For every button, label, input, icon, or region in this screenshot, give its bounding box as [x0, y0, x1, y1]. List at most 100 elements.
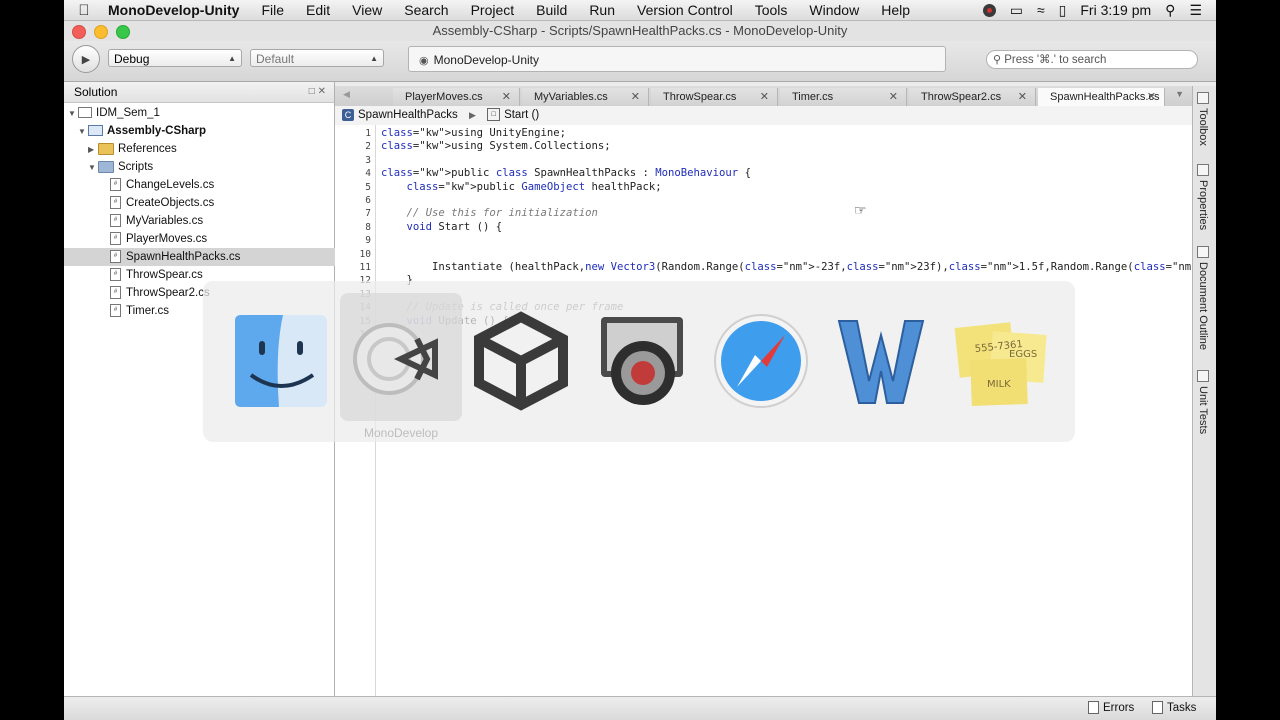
- tab-spawnhealthpacks[interactable]: SpawnHealthPacks.cs ✕: [1038, 88, 1165, 106]
- minimize-window-button[interactable]: [94, 25, 108, 39]
- unit-tests-icon: [1197, 370, 1209, 382]
- code-line[interactable]: void Start () {: [381, 221, 503, 234]
- tree-item-solution[interactable]: ▼ IDM_Sem_1: [64, 104, 338, 122]
- dock-tab-document-outline[interactable]: Document Outline: [1197, 246, 1209, 350]
- recording-icon[interactable]: [982, 3, 996, 17]
- method-icon: □: [487, 108, 501, 122]
- hand-cursor-icon: ☞: [854, 202, 867, 218]
- tabs-scroll-left-icon[interactable]: ◀: [343, 89, 350, 100]
- tree-label: References: [118, 143, 177, 155]
- tree-label: Scripts: [118, 161, 154, 173]
- menu-file[interactable]: File: [250, 2, 295, 18]
- tab-label: ThrowSpear2.cs: [921, 91, 1002, 103]
- tree-item-file[interactable]: # ChangeLevels.cs: [64, 176, 380, 194]
- tab-timer[interactable]: Timer.cs ✕: [780, 88, 907, 106]
- menu-run[interactable]: Run: [578, 2, 626, 18]
- breadcrumb-member[interactable]: Start (): [504, 109, 539, 121]
- search-input[interactable]: ⚲ Press '⌘.' to search: [986, 50, 1198, 69]
- menu-window[interactable]: Window: [798, 2, 870, 18]
- word-icon[interactable]: [831, 311, 931, 411]
- cs-file-icon: #: [110, 196, 121, 210]
- chevron-updown-icon: ▲: [228, 54, 236, 63]
- run-button[interactable]: ▶: [72, 45, 100, 73]
- breadcrumb-class[interactable]: SpawnHealthPacks: [358, 109, 458, 121]
- airplay-icon[interactable]: ▭: [1010, 2, 1023, 19]
- cs-file-icon: #: [110, 232, 121, 246]
- close-window-button[interactable]: [72, 25, 86, 39]
- battery-icon[interactable]: ▯: [1059, 2, 1067, 19]
- stickies-icon[interactable]: 555-7361 EGGS MILK: [951, 311, 1051, 411]
- code-line[interactable]: class="kw">public GameObject healthPack;: [381, 181, 662, 194]
- solution-icon: [78, 107, 92, 119]
- close-tab-icon[interactable]: ✕: [502, 88, 511, 106]
- properties-icon: [1197, 164, 1209, 176]
- tab-throwspear[interactable]: ThrowSpear.cs ✕: [651, 88, 778, 106]
- wifi-icon[interactable]: ≈: [1037, 2, 1045, 18]
- tab-throwspear2[interactable]: ThrowSpear2.cs ✕: [909, 88, 1036, 106]
- tab-playermoves[interactable]: PlayerMoves.cs ✕: [393, 88, 520, 106]
- document-tabs: ◀ PlayerMoves.cs ✕ MyVariables.cs ✕ ThrowS…: [335, 86, 1192, 107]
- app-menu[interactable]: MonoDevelop-Unity: [104, 2, 250, 18]
- menu-edit[interactable]: Edit: [295, 2, 341, 18]
- pad-controls[interactable]: □ ✕: [309, 82, 326, 102]
- line-number: 10: [359, 248, 371, 260]
- disclosure-open-icon[interactable]: ▼: [68, 105, 78, 123]
- code-line[interactable]: Instantiate (healthPack,new Vector3(Rand…: [381, 261, 1216, 274]
- code-line[interactable]: // Use this for initialization: [381, 207, 598, 220]
- menu-version-control[interactable]: Version Control: [626, 2, 744, 18]
- menu-tools[interactable]: Tools: [744, 2, 799, 18]
- dock-tab-unit-tests[interactable]: Unit Tests: [1197, 370, 1209, 434]
- finder-icon[interactable]: [231, 311, 331, 411]
- platform-select[interactable]: Default ▲: [250, 49, 384, 67]
- tree-item-file[interactable]: # MyVariables.cs: [64, 212, 380, 230]
- screen:  MonoDevelop-Unity File Edit View Searc…: [64, 0, 1216, 720]
- tree-item-file-selected[interactable]: #SpawnHealthPacks.cs ⚙▾: [64, 248, 380, 266]
- tab-myvariables[interactable]: MyVariables.cs ✕: [522, 88, 649, 106]
- search-placeholder: Press '⌘.' to search: [1004, 54, 1107, 66]
- disclosure-open-icon[interactable]: ▼: [88, 159, 98, 177]
- close-tab-icon[interactable]: ✕: [1018, 88, 1027, 106]
- safari-icon[interactable]: [711, 311, 811, 411]
- clock[interactable]: Fri 3:19 pm: [1080, 2, 1151, 18]
- dock-tab-properties[interactable]: Properties: [1197, 164, 1209, 230]
- close-tab-icon[interactable]: ✕: [760, 88, 769, 106]
- code-line[interactable]: class="kw">using System.Collections;: [381, 140, 611, 153]
- apple-icon[interactable]: : [64, 2, 104, 19]
- notification-center-icon[interactable]: ☰: [1189, 2, 1202, 19]
- tree-item-scripts[interactable]: ▼ Scripts: [64, 158, 358, 176]
- disclosure-closed-icon[interactable]: ▶: [88, 141, 98, 159]
- unity-icon[interactable]: [471, 311, 571, 411]
- main-toolbar: ▶ Debug ▲ Default ▲ ◉ MonoDevelop-Unity ⚲…: [64, 41, 1216, 82]
- configuration-select[interactable]: Debug ▲: [108, 49, 242, 67]
- dock-tab-toolbox[interactable]: Toolbox: [1197, 92, 1209, 146]
- chevron-updown-icon: ▲: [370, 54, 378, 63]
- monodevelop-icon[interactable]: [351, 311, 451, 411]
- tab-label: Timer.cs: [792, 91, 834, 103]
- tree-item-project[interactable]: ▼ Assembly-CSharp: [64, 122, 348, 140]
- zoom-window-button[interactable]: [116, 25, 130, 39]
- tasks-button[interactable]: Tasks: [1152, 701, 1196, 714]
- errors-button[interactable]: Errors: [1088, 701, 1134, 714]
- menu-search[interactable]: Search: [393, 2, 459, 18]
- tabs-menu-icon[interactable]: ▼: [1175, 89, 1184, 99]
- menu-project[interactable]: Project: [460, 2, 526, 18]
- tree-item-references[interactable]: ▶ References: [64, 140, 358, 158]
- solution-pad-header: Solution □ ✕: [64, 82, 334, 103]
- code-line[interactable]: class="kw">using UnityEngine;: [381, 127, 566, 140]
- errors-label: Errors: [1103, 701, 1135, 714]
- screen-recorder-icon[interactable]: [591, 311, 691, 411]
- spotlight-icon[interactable]: ⚲: [1165, 2, 1175, 19]
- tree-item-file[interactable]: # CreateObjects.cs: [64, 194, 380, 212]
- close-tab-icon[interactable]: ✕: [889, 88, 898, 106]
- cs-file-icon: #: [110, 286, 121, 300]
- line-number: 11: [359, 262, 371, 273]
- tree-item-file[interactable]: # PlayerMoves.cs: [64, 230, 380, 248]
- menu-help[interactable]: Help: [870, 2, 921, 18]
- close-tab-icon[interactable]: ✕: [1147, 88, 1156, 106]
- code-line[interactable]: class="kw">public class SpawnHealthPacks…: [381, 167, 751, 180]
- errors-icon: [1088, 701, 1099, 714]
- menu-view[interactable]: View: [341, 2, 393, 18]
- close-tab-icon[interactable]: ✕: [631, 88, 640, 106]
- menu-build[interactable]: Build: [525, 2, 578, 18]
- disclosure-open-icon[interactable]: ▼: [78, 123, 88, 141]
